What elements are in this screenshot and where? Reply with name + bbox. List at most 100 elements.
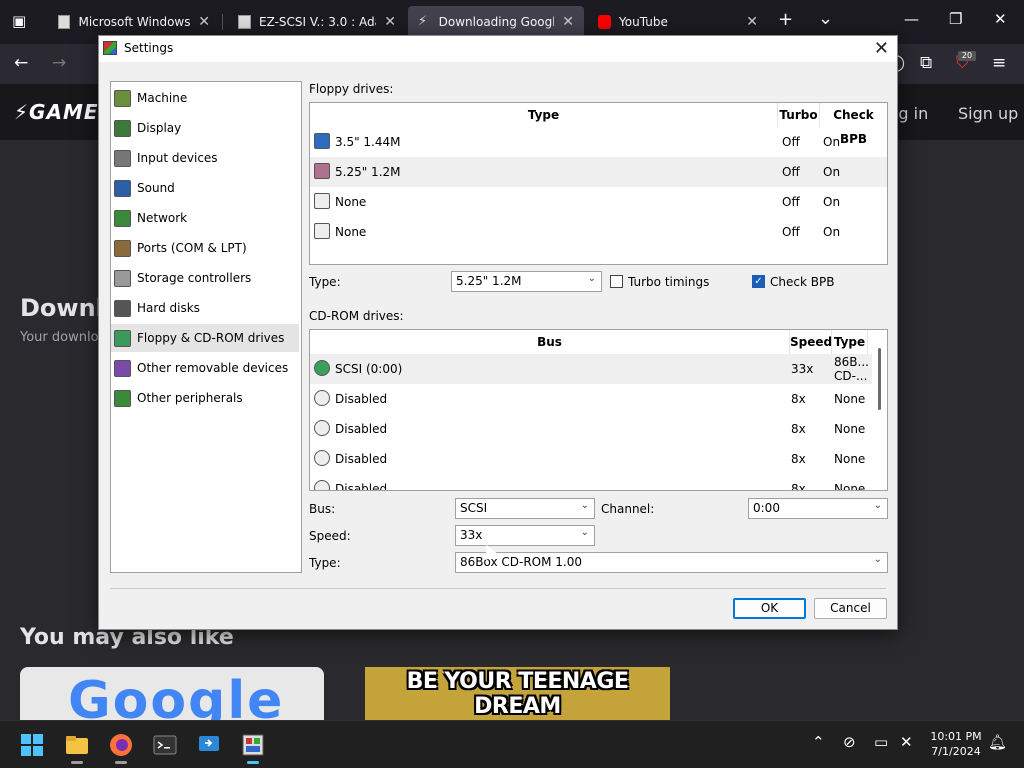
nav-item-network[interactable]: Network [111,204,299,232]
floppy-row[interactable]: None Off On [310,187,887,217]
close-icon[interactable]: ✕ [874,38,889,59]
file-explorer-icon[interactable] [65,733,89,764]
back-icon[interactable]: ← [14,53,28,73]
cdrom-row[interactable]: SCSI (0:00) 33x 86B... CD-... [310,354,872,384]
column-header-type[interactable]: Type [832,330,868,354]
cdrom-row[interactable]: Disabled 8x None [310,444,872,474]
floppy-type-label: Type: [309,275,341,289]
close-tab-icon[interactable]: ✕ [746,14,758,30]
google-card[interactable]: Google [20,667,324,720]
close-tab-icon[interactable]: ✕ [562,14,574,30]
nav-item-machine[interactable]: Machine [111,84,299,112]
floppy-type: 5.25" 1.2M [335,165,401,179]
nav-item-sound[interactable]: Sound [111,174,299,202]
start-icon[interactable] [20,733,44,757]
list-all-tabs-button[interactable]: ⌄ [818,8,833,29]
cdrom-drive-list[interactable]: Bus Speed Type SCSI (0:00) 33x 86B... CD… [309,329,888,491]
nav-item-other-removable[interactable]: Other removable devices [111,354,299,382]
nav-item-label: Machine [137,91,188,105]
cdrom-row[interactable]: Disabled 8x None [310,474,872,491]
nav-item-other-peripherals[interactable]: Other peripherals [111,384,299,412]
speed-select[interactable]: 33x ⌄ [455,525,595,546]
notification-bell-icon[interactable]: 🔔︎ [988,733,1007,751]
nav-item-input-devices[interactable]: Input devices [111,144,299,172]
check-bpb-checkbox[interactable]: ✓ [752,275,765,288]
cdrom-row[interactable]: Disabled 8x None [310,384,872,414]
floppy-row[interactable]: None Off On [310,217,887,247]
forward-icon[interactable]: → [52,53,66,73]
nav-item-storage-controllers[interactable]: Storage controllers [111,264,299,292]
menu-icon[interactable]: ≡ [992,53,1006,73]
tab-ez-scsi[interactable]: EZ-SCSI V.: 3.0 : Adapte ✕ [228,6,406,38]
floppy-disabled-icon [314,193,330,209]
cdrom-disabled-icon [314,450,330,466]
floppy-35-icon [314,133,330,149]
nav-item-hard-disks[interactable]: Hard disks [111,294,299,322]
remote-desktop-icon[interactable] [197,733,221,757]
new-tab-button[interactable]: + [778,9,793,30]
column-header-speed[interactable]: Speed [790,330,832,354]
nav-item-display[interactable]: Display [111,114,299,142]
restore-icon[interactable]: ❐ [949,10,962,28]
window-close-icon[interactable]: ✕ [994,10,1007,28]
cdrom-type-select[interactable]: 86Box CD-ROM 1.00 ⌄ [455,552,888,573]
tab-windows-95[interactable]: Microsoft Windows 95 ✕ [48,6,220,38]
cancel-button[interactable]: Cancel [814,598,887,619]
card-image-text: Google [68,671,285,720]
floppy-row[interactable]: 5.25" 1.2M Off On [310,157,887,187]
display-icon[interactable]: ▭ [874,733,888,751]
terminal-icon[interactable] [153,733,177,757]
tab-title: Microsoft Windows 95 [78,15,191,29]
floppy-bpb: On [823,135,841,149]
nav-item-label: Network [137,211,188,225]
bus-select[interactable]: SCSI ⌄ [455,498,595,519]
ok-button[interactable]: OK [733,598,806,619]
tab-title: EZ-SCSI V.: 3.0 : Adapte [259,15,376,29]
signup-link[interactable]: Sign up [958,104,1018,123]
cdrom-disabled-icon [314,420,330,436]
column-header-bus[interactable]: Bus [310,330,790,354]
app-icon [103,41,117,55]
nav-item-ports[interactable]: Ports (COM & LPT) [111,234,299,262]
list-scrollbar[interactable] [878,348,881,410]
floppy-drive-list[interactable]: Type Turbo Check BPB 3.5" 1.44M Off On 5… [309,102,888,265]
nav-item-floppy-cdrom[interactable]: Floppy & CD-ROM drives [111,324,299,352]
storage-icon [114,269,131,287]
extensions-icon[interactable]: ⧉ [920,53,932,73]
network-disconnected-icon[interactable]: ⊘ [843,733,856,751]
system-clock[interactable]: 10:01 PM 7/1/2024 [924,729,988,759]
show-hidden-icons-chevron-icon[interactable]: ⌃ [812,733,825,751]
cdrom-type: 86B... CD-... [834,355,869,383]
cdrom-row[interactable]: Disabled 8x None [310,414,872,444]
tab-youtube[interactable]: YouTube ✕ [588,6,768,38]
teenage-dream-card[interactable]: BE YOUR TEENAGE DREAM [365,667,670,720]
lightning-icon: ⚡ [418,14,428,29]
column-header-type[interactable]: Type [310,103,778,127]
cdrom-type: None [834,422,866,436]
floppy-type: 3.5" 1.44M [335,135,401,149]
column-header-turbo[interactable]: Turbo [778,103,820,127]
86box-icon[interactable] [241,733,265,764]
floppy-row[interactable]: 3.5" 1.44M Off On [310,127,887,157]
floppy-type-select[interactable]: 5.25" 1.2M ⌄ [451,271,602,292]
channel-select[interactable]: 0:00 ⌄ [748,498,888,519]
column-header-check-bpb[interactable]: Check BPB [820,103,887,146]
firefox-view-icon[interactable]: ▣ [12,12,26,30]
taskbar: ⌃ ⊘ ▭ ✕ 🔔︎ [0,720,1024,768]
site-logo[interactable]: ⚡GAME [14,100,99,124]
firefox-icon[interactable] [109,733,133,764]
cdrom-speed: 8x [791,482,806,491]
volume-muted-icon[interactable]: ✕ [900,733,913,751]
channel-label: Channel: [601,502,655,516]
cdrom-bus: Disabled [335,392,388,406]
minimize-icon[interactable]: — [904,10,919,28]
close-tab-icon[interactable]: ✕ [384,14,396,30]
cdrom-speed: 33x [791,362,814,376]
tab-downloading-google[interactable]: ⚡ Downloading Google.com ✕ [408,6,584,38]
close-tab-icon[interactable]: ✕ [198,14,210,30]
turbo-timings-checkbox[interactable] [610,275,623,288]
check-bpb-label: Check BPB [770,275,835,289]
cdrom-bus: Disabled [335,482,388,491]
chevron-down-icon: ⌄ [587,273,596,284]
cdrom-speed: 8x [791,422,806,436]
